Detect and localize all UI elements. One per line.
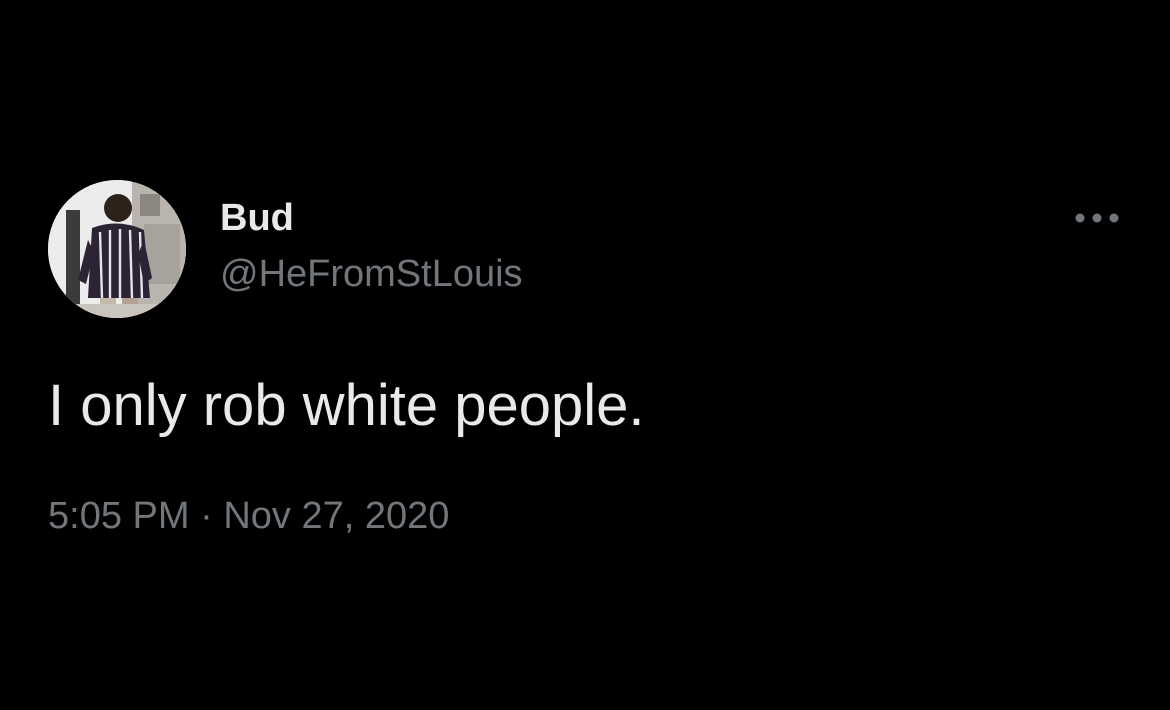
tweet-time[interactable]: 5:05 PM: [48, 495, 190, 537]
tweet-timestamp: 5:05 PM · Nov 27, 2020: [48, 494, 449, 538]
avatar[interactable]: [48, 180, 186, 318]
tweet-date[interactable]: Nov 27, 2020: [223, 495, 449, 537]
more-options-button[interactable]: [1070, 198, 1124, 238]
more-horizontal-icon: [1075, 213, 1119, 223]
avatar-photo: [48, 180, 186, 318]
user-handle[interactable]: @HeFromStLouis: [220, 252, 523, 296]
meta-separator: ·: [189, 495, 224, 537]
tweet-text: I only rob white people.: [48, 373, 645, 438]
display-name[interactable]: Bud: [220, 196, 294, 240]
tweet-card: Bud @HeFromStLouis I only rob white peop…: [0, 0, 1170, 710]
